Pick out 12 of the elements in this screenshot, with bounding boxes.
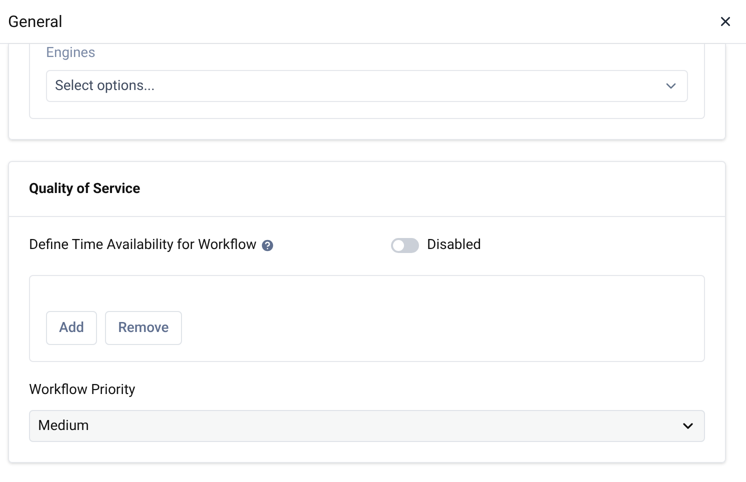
- select-field[interactable]: Select options...: [46, 70, 688, 102]
- window-title: General: [8, 10, 62, 32]
- toggle-label: Disabled: [427, 236, 482, 254]
- priority-select[interactable]: Medium: [29, 410, 705, 442]
- action-button[interactable]: Remove: [105, 311, 182, 345]
- toggle-switch[interactable]: [391, 238, 419, 252]
- field-label: Engines: [46, 44, 96, 62]
- action-button[interactable]: Add: [46, 311, 98, 345]
- field-label: Workflow Priority: [29, 381, 136, 399]
- help-icon: [260, 238, 276, 252]
- field-label: Define Time Availability for Workflow: [29, 236, 256, 254]
- section-title: Quality of Service: [29, 180, 140, 198]
